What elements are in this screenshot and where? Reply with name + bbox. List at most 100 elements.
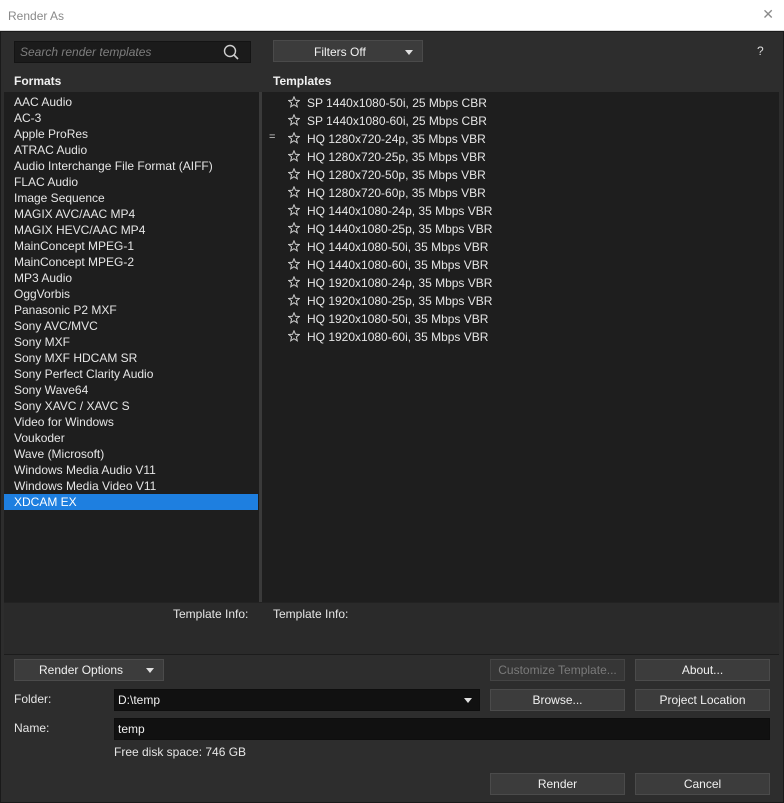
format-item[interactable]: Windows Media Video V11 <box>4 478 258 494</box>
search-icon[interactable] <box>222 43 240 61</box>
template-label: HQ 1920x1080-50i, 35 Mbps VBR <box>307 312 489 326</box>
help-button[interactable]: ? <box>757 44 764 58</box>
template-row[interactable]: HQ 1920x1080-50i, 35 Mbps VBR <box>262 309 779 327</box>
cancel-button[interactable]: Cancel <box>635 773 770 795</box>
render-options-label: Render Options <box>39 663 124 677</box>
render-options-button[interactable]: Render Options <box>14 659 164 681</box>
filters-label: Filters Off <box>314 45 366 59</box>
star-outline-icon[interactable] <box>287 329 301 342</box>
template-label: HQ 1440x1080-25p, 35 Mbps VBR <box>307 222 493 236</box>
format-item[interactable]: OggVorbis <box>4 286 258 302</box>
about-button[interactable]: About... <box>635 659 770 681</box>
templates-header: Templates <box>273 74 332 88</box>
format-item[interactable]: Image Sequence <box>4 190 258 206</box>
format-item[interactable]: XDCAM EX <box>4 494 258 510</box>
formats-list[interactable]: AAC Audio AC-3 Apple ProRes ATRAC Audio Audi… <box>4 92 259 602</box>
template-row[interactable]: HQ 1280x720-60p, 35 Mbps VBR <box>262 183 779 201</box>
format-item[interactable]: AC-3 <box>4 110 258 126</box>
template-row[interactable]: HQ 1920x1080-24p, 35 Mbps VBR <box>262 273 779 291</box>
folder-value: D:\temp <box>118 693 161 707</box>
format-item[interactable]: AAC Audio <box>4 94 258 110</box>
name-value: temp <box>118 722 145 736</box>
project-location-button[interactable]: Project Location <box>635 689 770 711</box>
template-row[interactable]: HQ 1920x1080-60i, 35 Mbps VBR <box>262 327 779 345</box>
template-label: HQ 1920x1080-60i, 35 Mbps VBR <box>307 330 489 344</box>
star-outline-icon[interactable] <box>287 113 301 126</box>
filters-dropdown[interactable]: Filters Off <box>273 40 423 62</box>
customize-template-button[interactable]: Customize Template... <box>490 659 625 681</box>
format-item[interactable]: FLAC Audio <box>4 174 258 190</box>
star-outline-icon[interactable] <box>287 185 301 198</box>
template-info-label-right: Template Info: <box>273 607 349 621</box>
template-row[interactable]: = HQ 1280x720-24p, 35 Mbps VBR <box>262 129 779 147</box>
template-label: HQ 1280x720-24p, 35 Mbps VBR <box>307 132 486 146</box>
render-button[interactable]: Render <box>490 773 625 795</box>
format-item[interactable]: Sony MXF HDCAM SR <box>4 350 258 366</box>
template-label: HQ 1440x1080-50i, 35 Mbps VBR <box>307 240 489 254</box>
star-outline-icon[interactable] <box>287 275 301 288</box>
format-item[interactable]: Audio Interchange File Format (AIFF) <box>4 158 258 174</box>
format-item[interactable]: ATRAC Audio <box>4 142 258 158</box>
folder-combobox[interactable]: D:\temp <box>114 689 480 711</box>
template-row[interactable]: HQ 1440x1080-25p, 35 Mbps VBR <box>262 219 779 237</box>
format-item[interactable]: MP3 Audio <box>4 270 258 286</box>
format-item[interactable]: MainConcept MPEG-1 <box>4 238 258 254</box>
template-label: HQ 1280x720-25p, 35 Mbps VBR <box>307 150 486 164</box>
title-bar: Render As ✕ <box>0 0 784 31</box>
star-outline-icon[interactable] <box>287 221 301 234</box>
template-row[interactable]: HQ 1440x1080-24p, 35 Mbps VBR <box>262 201 779 219</box>
format-item[interactable]: Windows Media Audio V11 <box>4 462 258 478</box>
browse-button[interactable]: Browse... <box>490 689 625 711</box>
template-info-label-left: Template Info: <box>173 607 249 621</box>
template-row[interactable]: SP 1440x1080-50i, 25 Mbps CBR <box>262 93 779 111</box>
format-item[interactable]: Sony Wave64 <box>4 382 258 398</box>
template-row[interactable]: HQ 1280x720-50p, 35 Mbps VBR <box>262 165 779 183</box>
template-label: HQ 1280x720-60p, 35 Mbps VBR <box>307 186 486 200</box>
format-item[interactable]: Panasonic P2 MXF <box>4 302 258 318</box>
formats-header: Formats <box>14 74 62 88</box>
format-item[interactable]: Sony Perfect Clarity Audio <box>4 366 258 382</box>
folder-label: Folder: <box>14 692 52 706</box>
template-label: HQ 1440x1080-60i, 35 Mbps VBR <box>307 258 489 272</box>
format-item[interactable]: MAGIX HEVC/AAC MP4 <box>4 222 258 238</box>
format-item[interactable]: Sony XAVC / XAVC S <box>4 398 258 414</box>
chevron-down-icon[interactable] <box>464 698 472 703</box>
search-placeholder: Search render templates <box>20 45 152 59</box>
window-title: Render As <box>8 9 65 23</box>
star-outline-icon[interactable] <box>287 257 301 270</box>
format-item[interactable]: MAGIX AVC/AAC MP4 <box>4 206 258 222</box>
template-label: SP 1440x1080-50i, 25 Mbps CBR <box>307 96 487 110</box>
format-item[interactable]: Sony AVC/MVC <box>4 318 258 334</box>
template-row[interactable]: HQ 1440x1080-60i, 35 Mbps VBR <box>262 255 779 273</box>
star-outline-icon[interactable] <box>287 167 301 180</box>
chevron-down-icon <box>405 50 413 55</box>
template-row[interactable]: HQ 1440x1080-50i, 35 Mbps VBR <box>262 237 779 255</box>
name-field[interactable]: temp <box>114 718 770 740</box>
star-outline-icon[interactable] <box>287 149 301 162</box>
template-label: SP 1440x1080-60i, 25 Mbps CBR <box>307 114 487 128</box>
star-outline-icon[interactable] <box>287 203 301 216</box>
format-item[interactable]: Wave (Microsoft) <box>4 446 258 462</box>
free-disk-space: Free disk space: 746 GB <box>114 745 247 759</box>
templates-list[interactable]: SP 1440x1080-50i, 25 Mbps CBR SP 1440x108… <box>262 92 779 602</box>
format-item[interactable]: MainConcept MPEG-2 <box>4 254 258 270</box>
format-item[interactable]: Voukoder <box>4 430 258 446</box>
star-outline-icon[interactable] <box>287 311 301 324</box>
format-item[interactable]: Apple ProRes <box>4 126 258 142</box>
drag-handle-icon[interactable]: = <box>269 131 275 143</box>
close-icon[interactable]: ✕ <box>762 6 774 23</box>
template-label: HQ 1280x720-50p, 35 Mbps VBR <box>307 168 486 182</box>
star-outline-icon[interactable] <box>287 293 301 306</box>
template-row[interactable]: HQ 1280x720-25p, 35 Mbps VBR <box>262 147 779 165</box>
template-row[interactable]: SP 1440x1080-60i, 25 Mbps CBR <box>262 111 779 129</box>
template-label: HQ 1920x1080-24p, 35 Mbps VBR <box>307 276 493 290</box>
star-outline-icon[interactable] <box>287 95 301 108</box>
format-item[interactable]: Sony MXF <box>4 334 258 350</box>
template-row[interactable]: HQ 1920x1080-25p, 35 Mbps VBR <box>262 291 779 309</box>
name-label: Name: <box>14 721 50 735</box>
format-item[interactable]: Video for Windows <box>4 414 258 430</box>
star-outline-icon[interactable] <box>287 239 301 252</box>
search-input[interactable]: Search render templates <box>14 41 251 63</box>
star-outline-icon[interactable] <box>287 131 301 144</box>
divider <box>4 654 779 655</box>
